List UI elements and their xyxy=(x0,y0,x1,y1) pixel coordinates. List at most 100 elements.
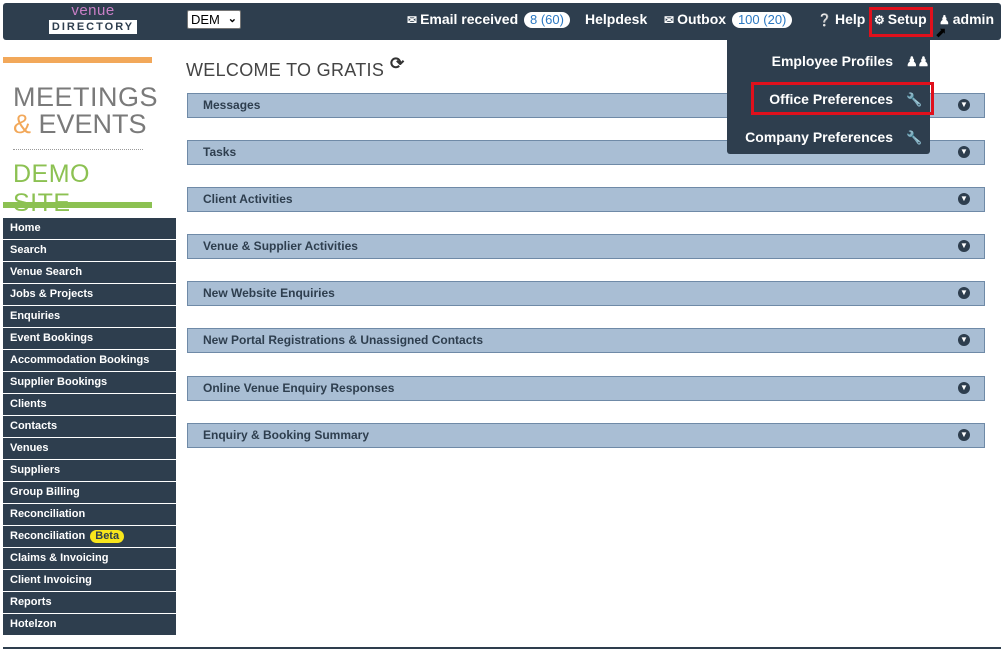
sidebar-item-client-invoicing[interactable]: Client Invoicing xyxy=(3,570,176,591)
refresh-icon[interactable]: ⟳ xyxy=(390,54,404,74)
chevron-down-icon[interactable]: ▼ xyxy=(958,287,970,299)
brand-events: EVENTS xyxy=(38,109,147,139)
envelope-icon: ✉ xyxy=(407,13,418,27)
logo-bottom-text: DIRECTORY xyxy=(48,20,138,34)
sidebar-item-venue-search[interactable]: Venue Search xyxy=(3,262,176,283)
sidebar-item-label: Clients xyxy=(10,398,47,410)
menu-item-company-preferences[interactable]: Company Preferences 🔧 xyxy=(745,129,922,146)
panel-client-activities[interactable]: Client Activities ▼ xyxy=(187,187,985,212)
brand-demo-site: DEMO SITE xyxy=(13,160,90,217)
panel-enquiry-booking-summary[interactable]: Enquiry & Booking Summary ▼ xyxy=(187,423,985,448)
chevron-down-icon[interactable]: ▼ xyxy=(958,193,970,205)
user-menu[interactable]: ♟ admin xyxy=(939,11,994,29)
page-title: WELCOME TO GRATIS xyxy=(186,60,385,80)
outbox-count-badge: 100 (20) xyxy=(731,12,793,28)
panel-label: Venue & Supplier Activities xyxy=(203,239,358,253)
logo-top-text: venue xyxy=(71,2,115,19)
outbox-link[interactable]: ✉ Outbox 100 (20) xyxy=(664,11,793,29)
mouse-pointer-icon: ⬈ xyxy=(935,24,947,40)
question-circle-icon: ❔ xyxy=(817,13,832,27)
helpdesk-link[interactable]: Helpdesk xyxy=(585,11,647,28)
helpdesk-label: Helpdesk xyxy=(585,11,648,27)
sidebar-nav: Home Search Venue Search Jobs & Projects… xyxy=(3,218,176,636)
sidebar-item-label: Group Billing xyxy=(10,486,80,498)
envelope-icon: ✉ xyxy=(664,13,675,27)
sidebar-item-label: Event Bookings xyxy=(10,332,94,344)
sidebar-item-label: Search xyxy=(10,244,47,256)
user-name: admin xyxy=(952,11,994,27)
sidebar-item-supplier-bookings[interactable]: Supplier Bookings xyxy=(3,372,176,393)
wrench-icon: 🔧 xyxy=(906,130,923,145)
help-label: Help xyxy=(834,11,866,27)
users-icon: ♟♟ xyxy=(906,54,930,69)
panel-label: Enquiry & Booking Summary xyxy=(203,428,370,442)
chevron-down-icon[interactable]: ▼ xyxy=(958,382,970,394)
brand-top-bar xyxy=(3,57,152,63)
sidebar-item-label: Jobs & Projects xyxy=(10,288,94,300)
panel-new-portal-registrations[interactable]: New Portal Registrations & Unassigned Co… xyxy=(187,328,985,353)
footer-divider xyxy=(3,647,1001,649)
sidebar-item-label: Reconciliation xyxy=(10,530,86,542)
panel-new-website-enquiries[interactable]: New Website Enquiries ▼ xyxy=(187,281,985,306)
chevron-down-icon[interactable]: ▼ xyxy=(958,240,970,252)
sidebar-item-suppliers[interactable]: Suppliers xyxy=(3,460,176,481)
meetings-events-logo: MEETINGS & EVENTS DEMO SITE xyxy=(3,57,158,217)
beta-badge: Beta xyxy=(90,530,125,543)
office-select[interactable]: DEM ⌄ xyxy=(187,10,241,29)
sidebar-item-label: Enquiries xyxy=(10,310,61,322)
venue-directory-logo[interactable]: venue DIRECTORY xyxy=(45,2,141,34)
panel-online-venue-enquiry-responses[interactable]: Online Venue Enquiry Responses ▼ xyxy=(187,376,985,401)
sidebar-item-venues[interactable]: Venues xyxy=(3,438,176,459)
sidebar-item-label: Claims & Invoicing xyxy=(10,552,109,564)
sidebar-item-jobs-projects[interactable]: Jobs & Projects xyxy=(3,284,176,305)
sidebar-item-label: Supplier Bookings xyxy=(10,376,108,388)
sidebar-item-group-billing[interactable]: Group Billing xyxy=(3,482,176,503)
sidebar-item-label: Venues xyxy=(10,442,49,454)
brand-line-2: & EVENTS xyxy=(13,109,147,140)
panel-label: Messages xyxy=(203,98,261,112)
sidebar-item-label: Suppliers xyxy=(10,464,61,476)
outbox-label: Outbox xyxy=(677,11,727,27)
chevron-down-icon[interactable]: ▼ xyxy=(958,99,970,111)
chevron-down-icon: ⌄ xyxy=(227,13,237,25)
sidebar-item-label: Accommodation Bookings xyxy=(10,354,150,366)
help-link[interactable]: ❔ Help xyxy=(817,11,865,29)
email-received-label: Email received xyxy=(420,11,519,27)
email-count-badge: 8 (60) xyxy=(524,12,570,28)
sidebar-item-enquiries[interactable]: Enquiries xyxy=(3,306,176,327)
panel-label: Tasks xyxy=(203,145,237,159)
sidebar-item-label: Home xyxy=(10,222,41,234)
sidebar-item-reconciliation[interactable]: Reconciliation xyxy=(3,504,176,525)
sidebar-item-contacts[interactable]: Contacts xyxy=(3,416,176,437)
panel-label: Online Venue Enquiry Responses xyxy=(203,381,395,395)
sidebar-item-home[interactable]: Home xyxy=(3,218,176,239)
sidebar-item-hotelzon[interactable]: Hotelzon xyxy=(3,614,176,635)
sidebar-item-label: Contacts xyxy=(10,420,58,432)
chevron-down-icon[interactable]: ▼ xyxy=(958,429,970,441)
menu-item-label: Company Preferences xyxy=(745,129,893,145)
sidebar-item-claims-invoicing[interactable]: Claims & Invoicing xyxy=(3,548,176,569)
sidebar-item-reports[interactable]: Reports xyxy=(3,592,176,613)
sidebar-item-event-bookings[interactable]: Event Bookings xyxy=(3,328,176,349)
sidebar-item-clients[interactable]: Clients xyxy=(3,394,176,415)
panel-label: New Portal Registrations & Unassigned Co… xyxy=(203,333,484,347)
sidebar-item-reconciliation-beta[interactable]: Reconciliation Beta xyxy=(3,526,176,547)
sidebar-item-label: Venue Search xyxy=(10,266,83,278)
sidebar-item-accommodation-bookings[interactable]: Accommodation Bookings xyxy=(3,350,176,371)
chevron-down-icon[interactable]: ▼ xyxy=(958,146,970,158)
sidebar-item-label: Client Invoicing xyxy=(10,574,92,586)
panel-venue-supplier-activities[interactable]: Venue & Supplier Activities ▼ xyxy=(187,234,985,259)
chevron-down-icon[interactable]: ▼ xyxy=(958,334,970,346)
office-preferences-highlight-box xyxy=(751,82,934,115)
menu-item-label: Employee Profiles xyxy=(771,53,893,69)
sidebar-item-label: Reports xyxy=(10,596,52,608)
menu-item-employee-profiles[interactable]: Employee Profiles ♟♟ xyxy=(771,53,930,70)
panel-label: Client Activities xyxy=(203,192,293,206)
sidebar-item-search[interactable]: Search xyxy=(3,240,176,261)
sidebar-item-label: Reconciliation xyxy=(10,508,86,520)
brand-ampersand: & xyxy=(13,109,32,139)
setup-highlight-box xyxy=(869,7,933,37)
brand-divider xyxy=(13,149,143,150)
brand-bottom-bar xyxy=(3,202,152,208)
email-received-link[interactable]: ✉ Email received 8 (60) xyxy=(407,11,570,29)
